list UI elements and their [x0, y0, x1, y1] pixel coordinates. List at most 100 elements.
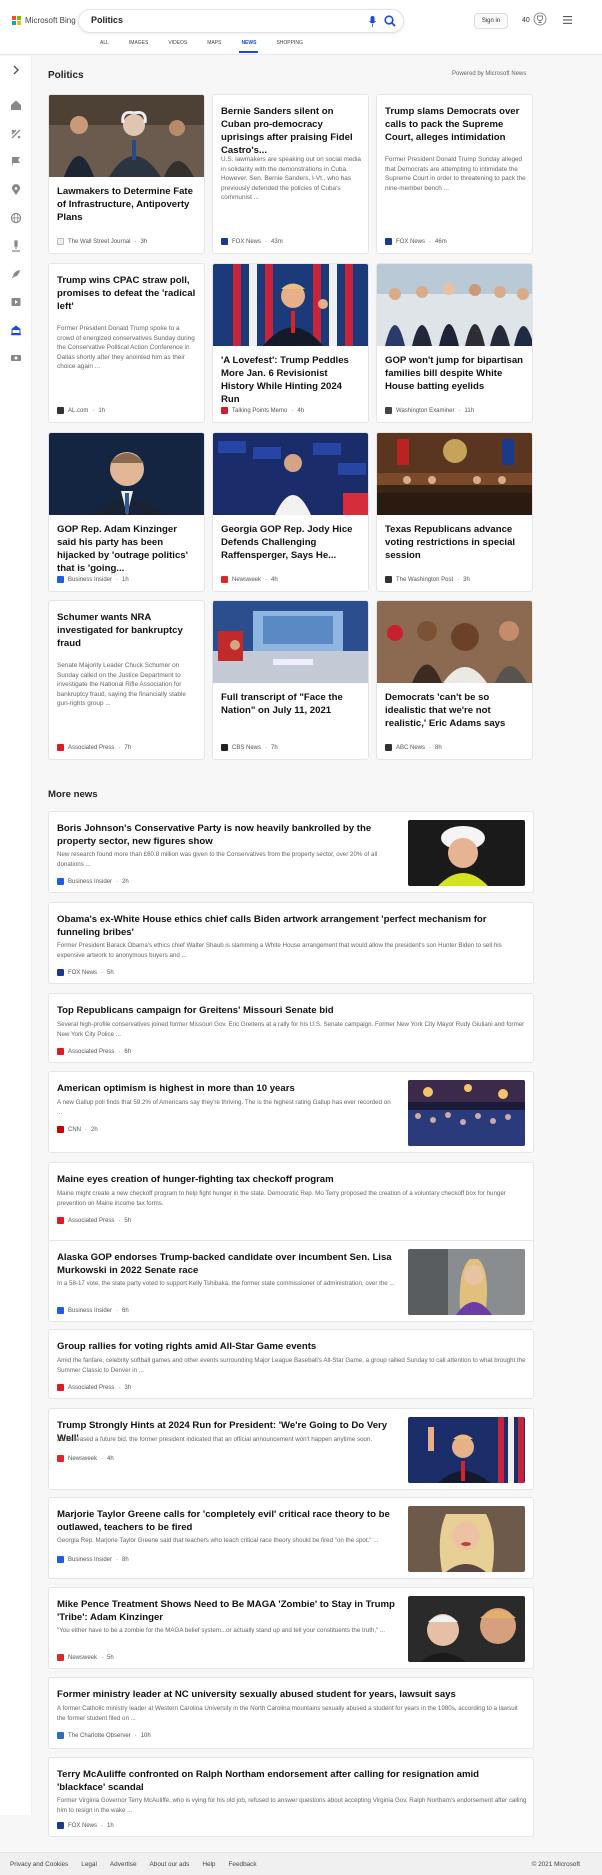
more-news-item[interactable]: American optimism is highest in more tha…: [48, 1071, 534, 1153]
more-news-item[interactable]: Group rallies for voting rights amid All…: [48, 1329, 534, 1399]
card-title[interactable]: GOP Rep. Adam Kinzinger said his party h…: [57, 523, 198, 575]
more-news-title[interactable]: Alaska GOP endorses Trump-backed candida…: [57, 1251, 397, 1277]
more-news-source: Associated Press · 6h: [57, 1048, 131, 1055]
card-title[interactable]: GOP won't jump for bipartisan families b…: [385, 354, 526, 393]
news-card[interactable]: Trump wins CPAC straw poll, promises to …: [48, 263, 205, 423]
home-icon[interactable]: [10, 99, 22, 111]
card-title[interactable]: Trump slams Democrats over calls to pack…: [385, 105, 526, 144]
footer-link-legal[interactable]: Legal: [81, 1861, 97, 1868]
time-separator: ·: [134, 1732, 137, 1739]
time-separator: ·: [265, 744, 268, 751]
more-news-item[interactable]: Top Republicans campaign for Greitens' M…: [48, 993, 534, 1063]
card-title[interactable]: Schumer wants NRA investigated for bankr…: [57, 611, 198, 650]
sidebar: [0, 56, 32, 1815]
news-card[interactable]: Lawmakers to Determine Fate of Infrastru…: [48, 94, 205, 254]
news-card[interactable]: Schumer wants NRA investigated for bankr…: [48, 600, 205, 760]
tab-images[interactable]: IMAGES: [119, 40, 158, 53]
microscope-icon[interactable]: [10, 240, 22, 252]
tab-videos[interactable]: VIDEOS: [158, 40, 197, 53]
scale-icon[interactable]: [10, 128, 22, 140]
bing-logo[interactable]: Microsoft Bing: [12, 16, 76, 25]
more-news-title[interactable]: Terry McAuliffe confronted on Ralph Nort…: [57, 1768, 527, 1794]
powered-by-label[interactable]: Powered by Microsoft News: [452, 71, 526, 77]
footer-link-feedback[interactable]: Feedback: [229, 1861, 257, 1868]
more-news-title[interactable]: Group rallies for voting rights amid All…: [57, 1340, 527, 1353]
sign-in-button[interactable]: Sign in: [474, 13, 508, 29]
news-card[interactable]: Georgia GOP Rep. Jody Hice Defends Chall…: [212, 432, 369, 592]
more-news-item[interactable]: Boris Johnson's Conservative Party is no…: [48, 811, 534, 893]
footer-link-about-ads[interactable]: About our ads: [150, 1861, 190, 1868]
time-separator: ·: [101, 969, 104, 976]
tab-all[interactable]: ALL: [90, 40, 119, 53]
news-card[interactable]: Full transcript of "Face the Nation" on …: [212, 600, 369, 760]
more-news-title[interactable]: Obama's ex-White House ethics chief call…: [57, 913, 527, 939]
footer-link-help[interactable]: Help: [202, 1861, 215, 1868]
more-news-title[interactable]: Top Republicans campaign for Greitens' M…: [57, 1004, 527, 1017]
more-news-title[interactable]: Marjorie Taylor Greene calls for 'comple…: [57, 1508, 397, 1534]
more-news-title[interactable]: Mike Pence Treatment Shows Need to Be MA…: [57, 1598, 397, 1624]
associated-press-logo-icon: [57, 1384, 64, 1391]
flag-icon[interactable]: [10, 156, 22, 168]
card-title[interactable]: 'A Lovefest': Trump Peddles More Jan. 6 …: [221, 354, 362, 406]
search-tabs: ALL IMAGES VIDEOS MAPS NEWS SHOPPING: [90, 40, 313, 53]
more-news-source: Newsweek · 5h: [57, 1654, 114, 1661]
news-card[interactable]: GOP Rep. Adam Kinzinger said his party h…: [48, 432, 205, 592]
source-time: 5h: [107, 969, 114, 976]
rewards-trophy-icon[interactable]: [533, 12, 547, 26]
hamburger-menu-icon[interactable]: [563, 16, 572, 24]
card-title[interactable]: Bernie Sanders silent on Cuban pro-democ…: [221, 105, 362, 157]
search-input[interactable]: Politics: [91, 15, 123, 25]
more-news-item[interactable]: Maine eyes creation of hunger-fighting t…: [48, 1162, 534, 1244]
tab-shopping[interactable]: SHOPPING: [266, 40, 312, 53]
more-news-item[interactable]: Trump Strongly Hints at 2024 Run for Pre…: [48, 1408, 534, 1490]
footer-link-privacy[interactable]: Privacy and Cookies: [10, 1861, 68, 1868]
news-card[interactable]: GOP won't jump for bipartisan families b…: [376, 263, 533, 423]
news-card[interactable]: Texas Republicans advance voting restric…: [376, 432, 533, 592]
card-source: Newsweek · 4h: [221, 576, 278, 583]
cnn-logo-icon: [57, 1126, 64, 1133]
fox-news-logo-icon: [221, 238, 228, 245]
more-news-title[interactable]: Maine eyes creation of hunger-fighting t…: [57, 1173, 527, 1186]
time-separator: ·: [429, 238, 432, 245]
more-news-title[interactable]: American optimism is highest in more tha…: [57, 1082, 397, 1095]
news-card[interactable]: Trump slams Democrats over calls to pack…: [376, 94, 533, 254]
expand-chevron-icon[interactable]: [10, 64, 22, 76]
card-title[interactable]: Full transcript of "Face the Nation" on …: [221, 691, 362, 717]
microphone-icon[interactable]: [369, 16, 376, 27]
globe-icon[interactable]: [10, 212, 22, 224]
news-card[interactable]: Democrats 'can't be so idealistic that w…: [376, 600, 533, 760]
money-icon[interactable]: [10, 352, 22, 364]
card-title[interactable]: Georgia GOP Rep. Jody Hice Defends Chall…: [221, 523, 362, 562]
card-title[interactable]: Lawmakers to Determine Fate of Infrastru…: [57, 185, 198, 224]
film-icon[interactable]: [10, 296, 22, 308]
search-icon[interactable]: [384, 15, 396, 27]
more-news-item[interactable]: Obama's ex-White House ethics chief call…: [48, 902, 534, 984]
more-news-item[interactable]: Alaska GOP endorses Trump-backed candida…: [48, 1240, 534, 1322]
source-name: FOX News: [68, 1822, 98, 1829]
search-box[interactable]: Politics: [78, 9, 404, 33]
rocket-icon[interactable]: [10, 268, 22, 280]
more-news-item[interactable]: Terry McAuliffe confronted on Ralph Nort…: [48, 1757, 534, 1837]
source-time: 1h: [107, 1822, 114, 1829]
card-title[interactable]: Trump wins CPAC straw poll, promises to …: [57, 274, 198, 313]
source-time: 5h: [107, 1654, 114, 1661]
footer-link-advertise[interactable]: Advertise: [110, 1861, 137, 1868]
news-card[interactable]: Bernie Sanders silent on Cuban pro-democ…: [212, 94, 369, 254]
news-card[interactable]: 'A Lovefest': Trump Peddles More Jan. 6 …: [212, 263, 369, 423]
card-source: The Wall Street Journal · 3h: [57, 238, 147, 245]
fox-news-logo-icon: [385, 238, 392, 245]
more-news-item[interactable]: Marjorie Taylor Greene calls for 'comple…: [48, 1497, 534, 1579]
location-pin-icon[interactable]: [10, 184, 22, 196]
source-name: Business Insider: [68, 878, 113, 885]
more-news-title[interactable]: Former ministry leader at NC university …: [57, 1688, 527, 1701]
card-title[interactable]: Texas Republicans advance voting restric…: [385, 523, 526, 562]
more-news-title[interactable]: Boris Johnson's Conservative Party is no…: [57, 822, 397, 848]
card-source: Associated Press · 7h: [57, 744, 131, 751]
tab-maps[interactable]: MAPS: [197, 40, 231, 53]
source-time: 7h: [124, 744, 132, 751]
tab-news[interactable]: NEWS: [231, 40, 266, 53]
politics-capitol-icon[interactable]: [10, 324, 22, 336]
more-news-item[interactable]: Mike Pence Treatment Shows Need to Be MA…: [48, 1587, 534, 1669]
card-title[interactable]: Democrats 'can't be so idealistic that w…: [385, 691, 526, 730]
more-news-item[interactable]: Former ministry leader at NC university …: [48, 1677, 534, 1749]
